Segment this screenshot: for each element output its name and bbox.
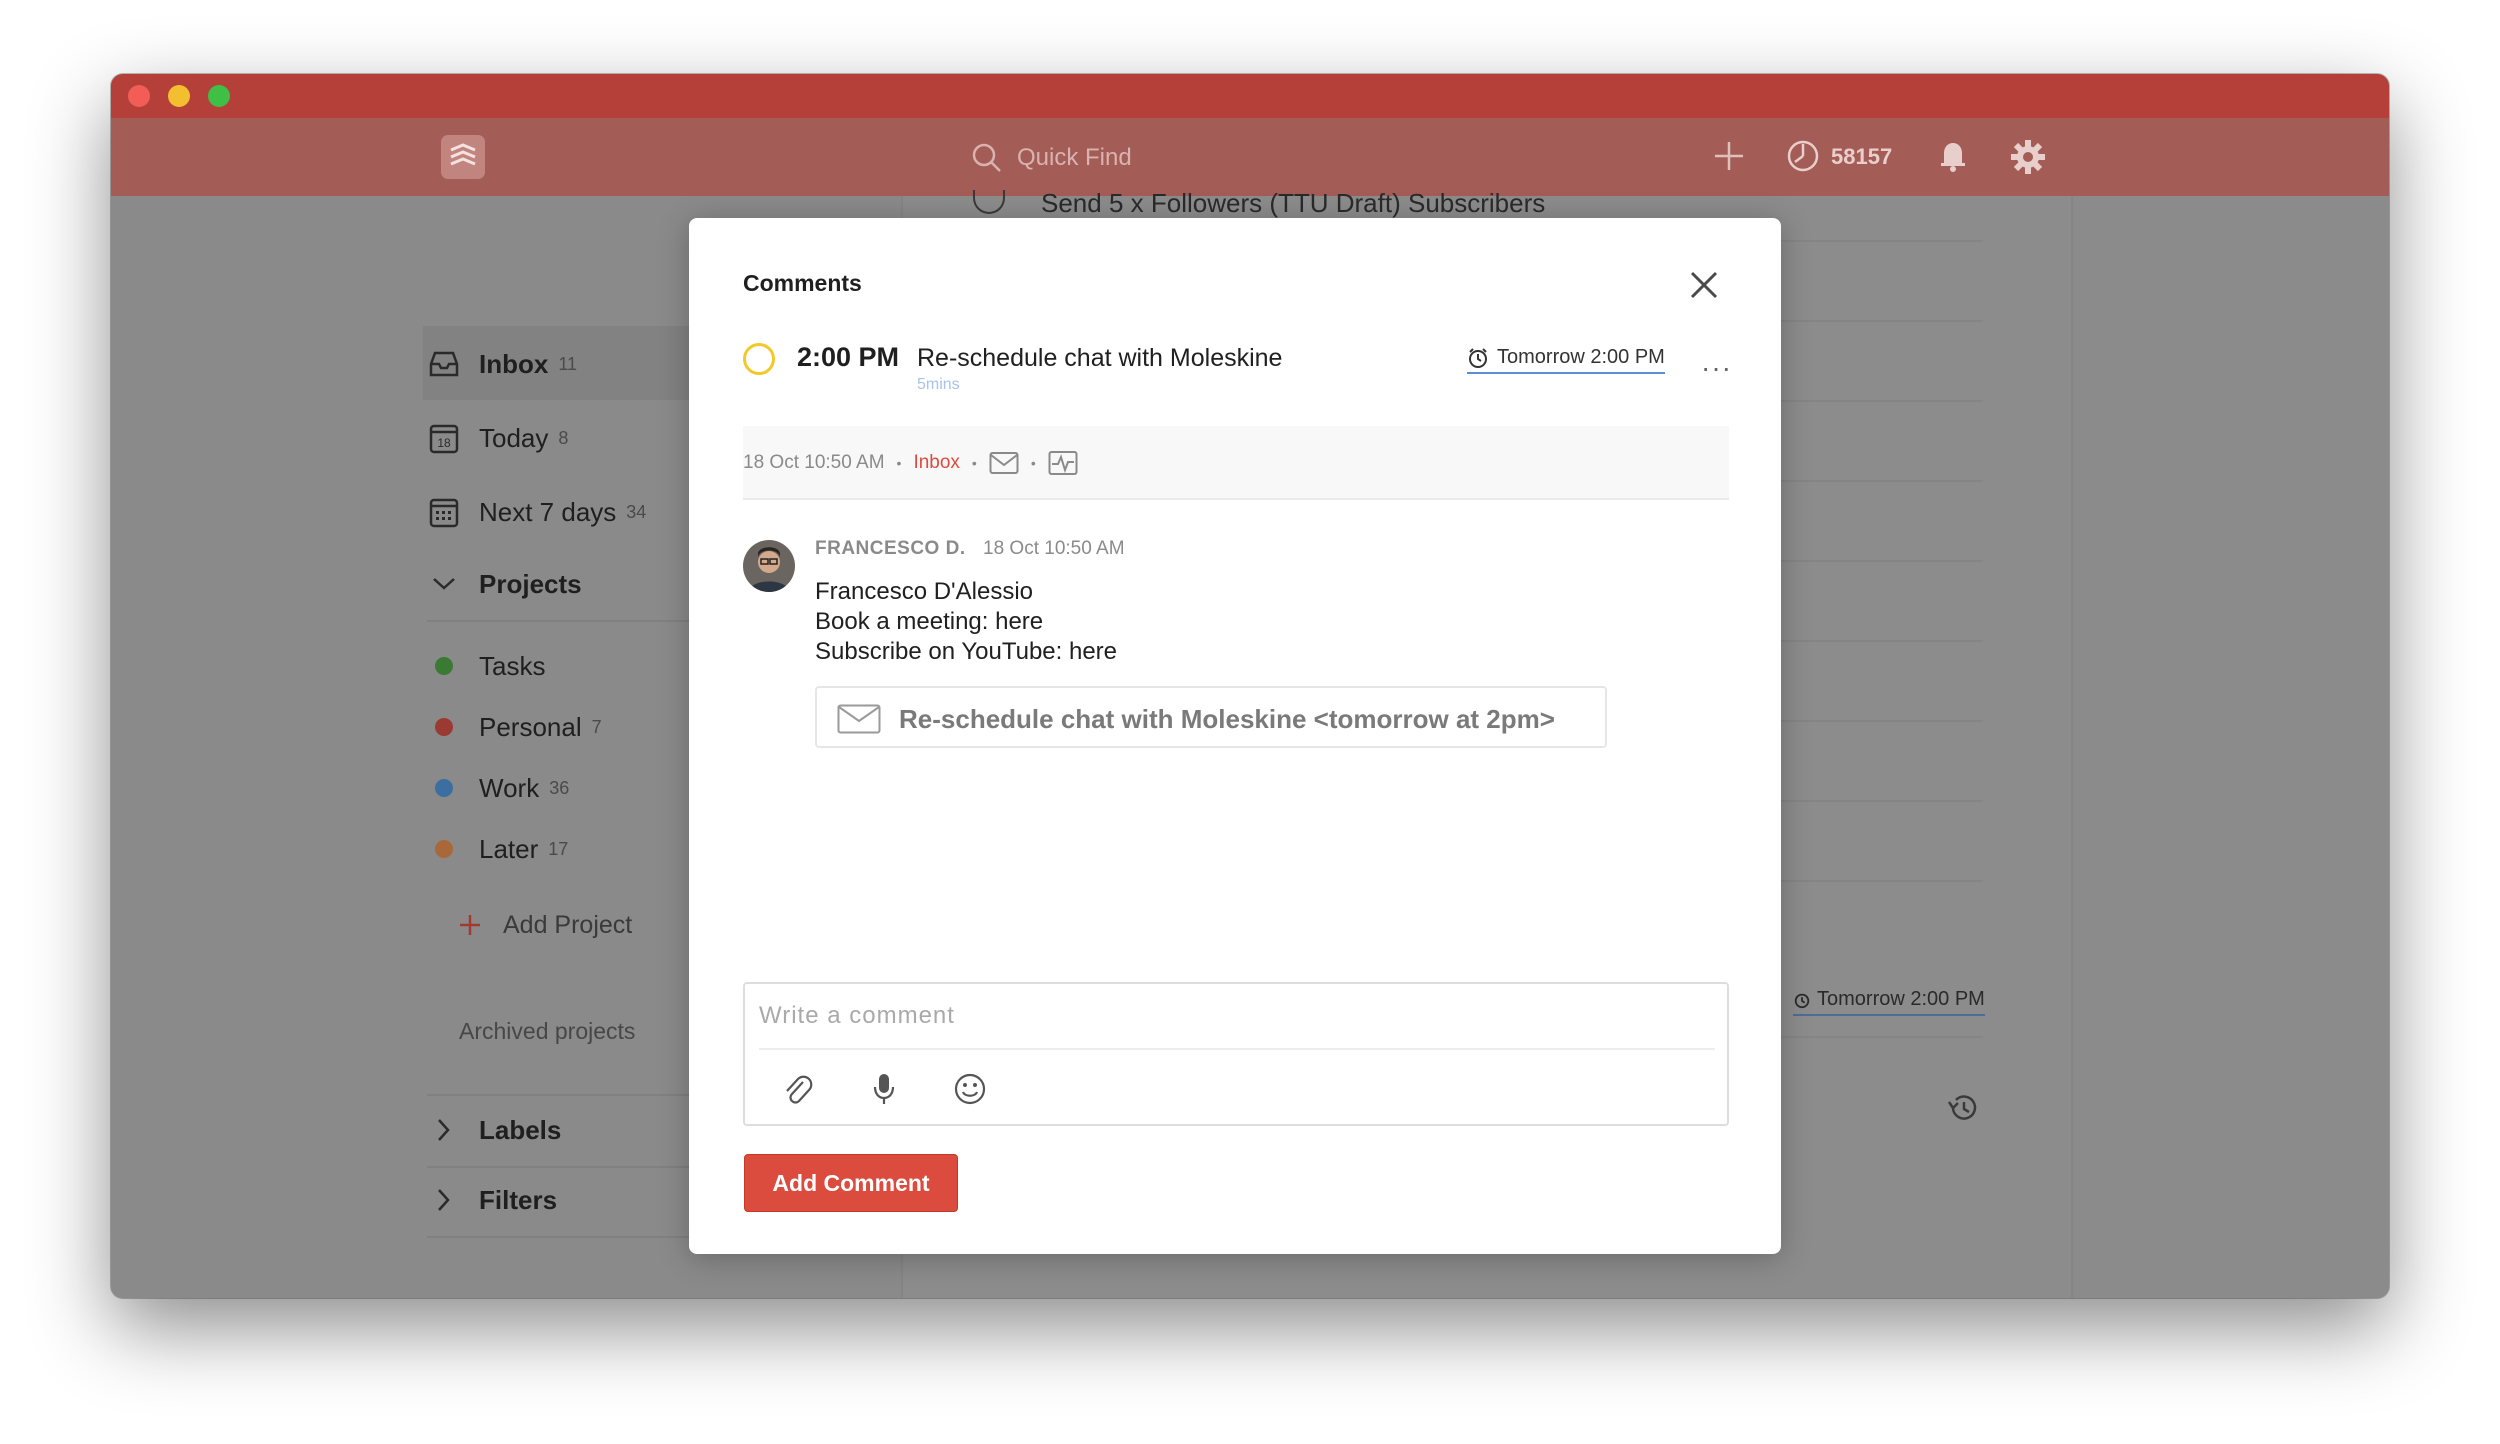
bell-icon[interactable] (1935, 138, 1971, 174)
zoom-window-button[interactable] (208, 85, 230, 107)
add-project-label: Add Project (503, 910, 633, 939)
archived-projects-link[interactable]: Archived projects (459, 1011, 635, 1051)
karma-count[interactable]: 58157 (1831, 144, 1892, 170)
plus-icon (457, 908, 483, 942)
project-color-dot (435, 779, 453, 797)
comment-line: Book a meeting: here (815, 608, 1044, 635)
projects-section-toggle[interactable]: Projects (427, 564, 582, 604)
activity-icon[interactable] (1048, 450, 1078, 476)
created-date: 18 Oct 10:50 AM (743, 452, 885, 473)
project-count: 36 (549, 777, 570, 798)
project-label: Work (479, 772, 540, 803)
chevron-right-icon (427, 1183, 461, 1217)
comment-line: Francesco D'Alessio (815, 578, 1033, 605)
inbox-icon (427, 347, 461, 381)
archived-projects-label: Archived projects (459, 1017, 636, 1044)
project-color-dot (435, 657, 453, 675)
background-task-title[interactable]: Send 5 x Followers (TTU Draft) Subscribe… (1041, 188, 1545, 219)
project-link[interactable]: Inbox (913, 452, 959, 474)
project-item-work[interactable]: Work 36 (427, 768, 569, 808)
emoji-icon[interactable] (953, 1072, 987, 1106)
task-checkbox[interactable] (973, 190, 1005, 214)
svg-text:18: 18 (437, 436, 451, 450)
project-count: 7 (591, 716, 602, 737)
task-meta-bar: 18 Oct 10:50 AM • Inbox • • (743, 426, 1729, 500)
sidebar-item-count: 34 (626, 501, 647, 522)
window-titlebar (111, 74, 2389, 118)
task-due-date[interactable]: Tomorrow 2:00 PM (1467, 346, 1665, 374)
project-label: Personal (479, 711, 582, 742)
calendar-today-icon: 18 (427, 421, 461, 455)
quick-find-placeholder: Quick Find (1017, 144, 1132, 171)
chevron-down-icon (427, 567, 461, 601)
project-color-dot (435, 718, 453, 736)
comment-author: FRANCESCO D. (815, 538, 966, 559)
sidebar-item-label: Inbox (479, 348, 549, 379)
close-icon[interactable] (1687, 268, 1721, 302)
calendar-week-icon (427, 495, 461, 529)
sidebar-item-label: Next 7 days (479, 496, 617, 527)
search-icon (972, 143, 1001, 172)
top-bar: Quick Find 58157 (111, 118, 2389, 196)
more-options-icon[interactable]: ··· (1701, 352, 1732, 384)
sidebar-item-next-7-days[interactable]: Next 7 days 34 (427, 492, 646, 532)
add-task-plus-icon[interactable] (1711, 138, 1747, 174)
task-time: 2:00 PM (797, 342, 900, 372)
email-attachment[interactable]: Re-schedule chat with Moleskine <tomorro… (815, 686, 1607, 748)
history-icon[interactable] (1945, 1090, 1981, 1126)
alarm-clock-icon (1469, 347, 1487, 368)
project-item-tasks[interactable]: Tasks (427, 646, 545, 686)
sidebar-item-inbox[interactable]: Inbox 11 (427, 344, 577, 384)
project-item-personal[interactable]: Personal 7 (427, 707, 602, 747)
comment-input[interactable] (759, 994, 1709, 1038)
comment-line: Subscribe on YouTube: here (815, 638, 1118, 665)
filters-heading: Filters (479, 1184, 558, 1215)
due-label: Tomorrow 2:00 PM (1497, 346, 1665, 368)
background-due-date[interactable]: Tomorrow 2:00 PM (1793, 988, 1985, 1016)
filters-section-toggle[interactable]: Filters (427, 1180, 557, 1220)
paperclip-icon[interactable] (781, 1072, 813, 1106)
sidebar-item-count: 8 (558, 427, 569, 448)
labels-heading: Labels (479, 1114, 562, 1145)
gear-icon[interactable] (2009, 138, 2047, 176)
meta-separator: • (1030, 455, 1036, 471)
minimize-window-button[interactable] (168, 85, 190, 107)
microphone-icon[interactable] (871, 1072, 897, 1106)
modal-title: Comments (743, 270, 862, 296)
task-duration: 5mins (917, 376, 960, 393)
due-label: Tomorrow 2:00 PM (1817, 988, 1985, 1010)
right-gutter (2071, 196, 2389, 1298)
sidebar-item-label: Today (479, 422, 549, 453)
karma-icon[interactable] (1785, 138, 1821, 174)
labels-section-toggle[interactable]: Labels (427, 1110, 561, 1150)
mail-icon[interactable] (989, 451, 1019, 475)
add-comment-button[interactable]: Add Comment (744, 1154, 958, 1212)
mail-icon (837, 704, 881, 734)
project-count: 17 (548, 838, 569, 859)
task-title[interactable]: Re-schedule chat with Moleskine (917, 344, 1282, 373)
comment-time: 18 Oct 10:50 AM (983, 538, 1125, 559)
todoist-logo-icon[interactable] (441, 135, 485, 179)
project-color-dot (435, 840, 453, 858)
editor-divider (759, 1048, 1715, 1050)
meta-separator: • (971, 455, 977, 471)
add-project-button[interactable]: Add Project (457, 905, 632, 945)
avatar[interactable] (743, 540, 795, 592)
sidebar-item-today[interactable]: 18 Today 8 (427, 418, 568, 458)
projects-heading: Projects (479, 568, 582, 599)
attachment-title: Re-schedule chat with Moleskine <tomorro… (899, 704, 1555, 734)
project-label: Later (479, 833, 539, 864)
project-label: Tasks (479, 650, 546, 681)
chevron-right-icon (427, 1113, 461, 1147)
close-window-button[interactable] (128, 85, 150, 107)
task-complete-checkbox[interactable] (743, 343, 775, 375)
sidebar-item-count: 11 (558, 353, 578, 374)
comment-editor (743, 982, 1729, 1126)
quick-find-search[interactable]: Quick Find (971, 136, 1671, 178)
alarm-clock-icon (1794, 993, 1810, 1008)
meta-separator: • (896, 455, 902, 471)
project-item-later[interactable]: Later 17 (427, 829, 568, 869)
comments-modal: Comments 2:00 PM Re-schedule chat with M… (689, 218, 1781, 1254)
